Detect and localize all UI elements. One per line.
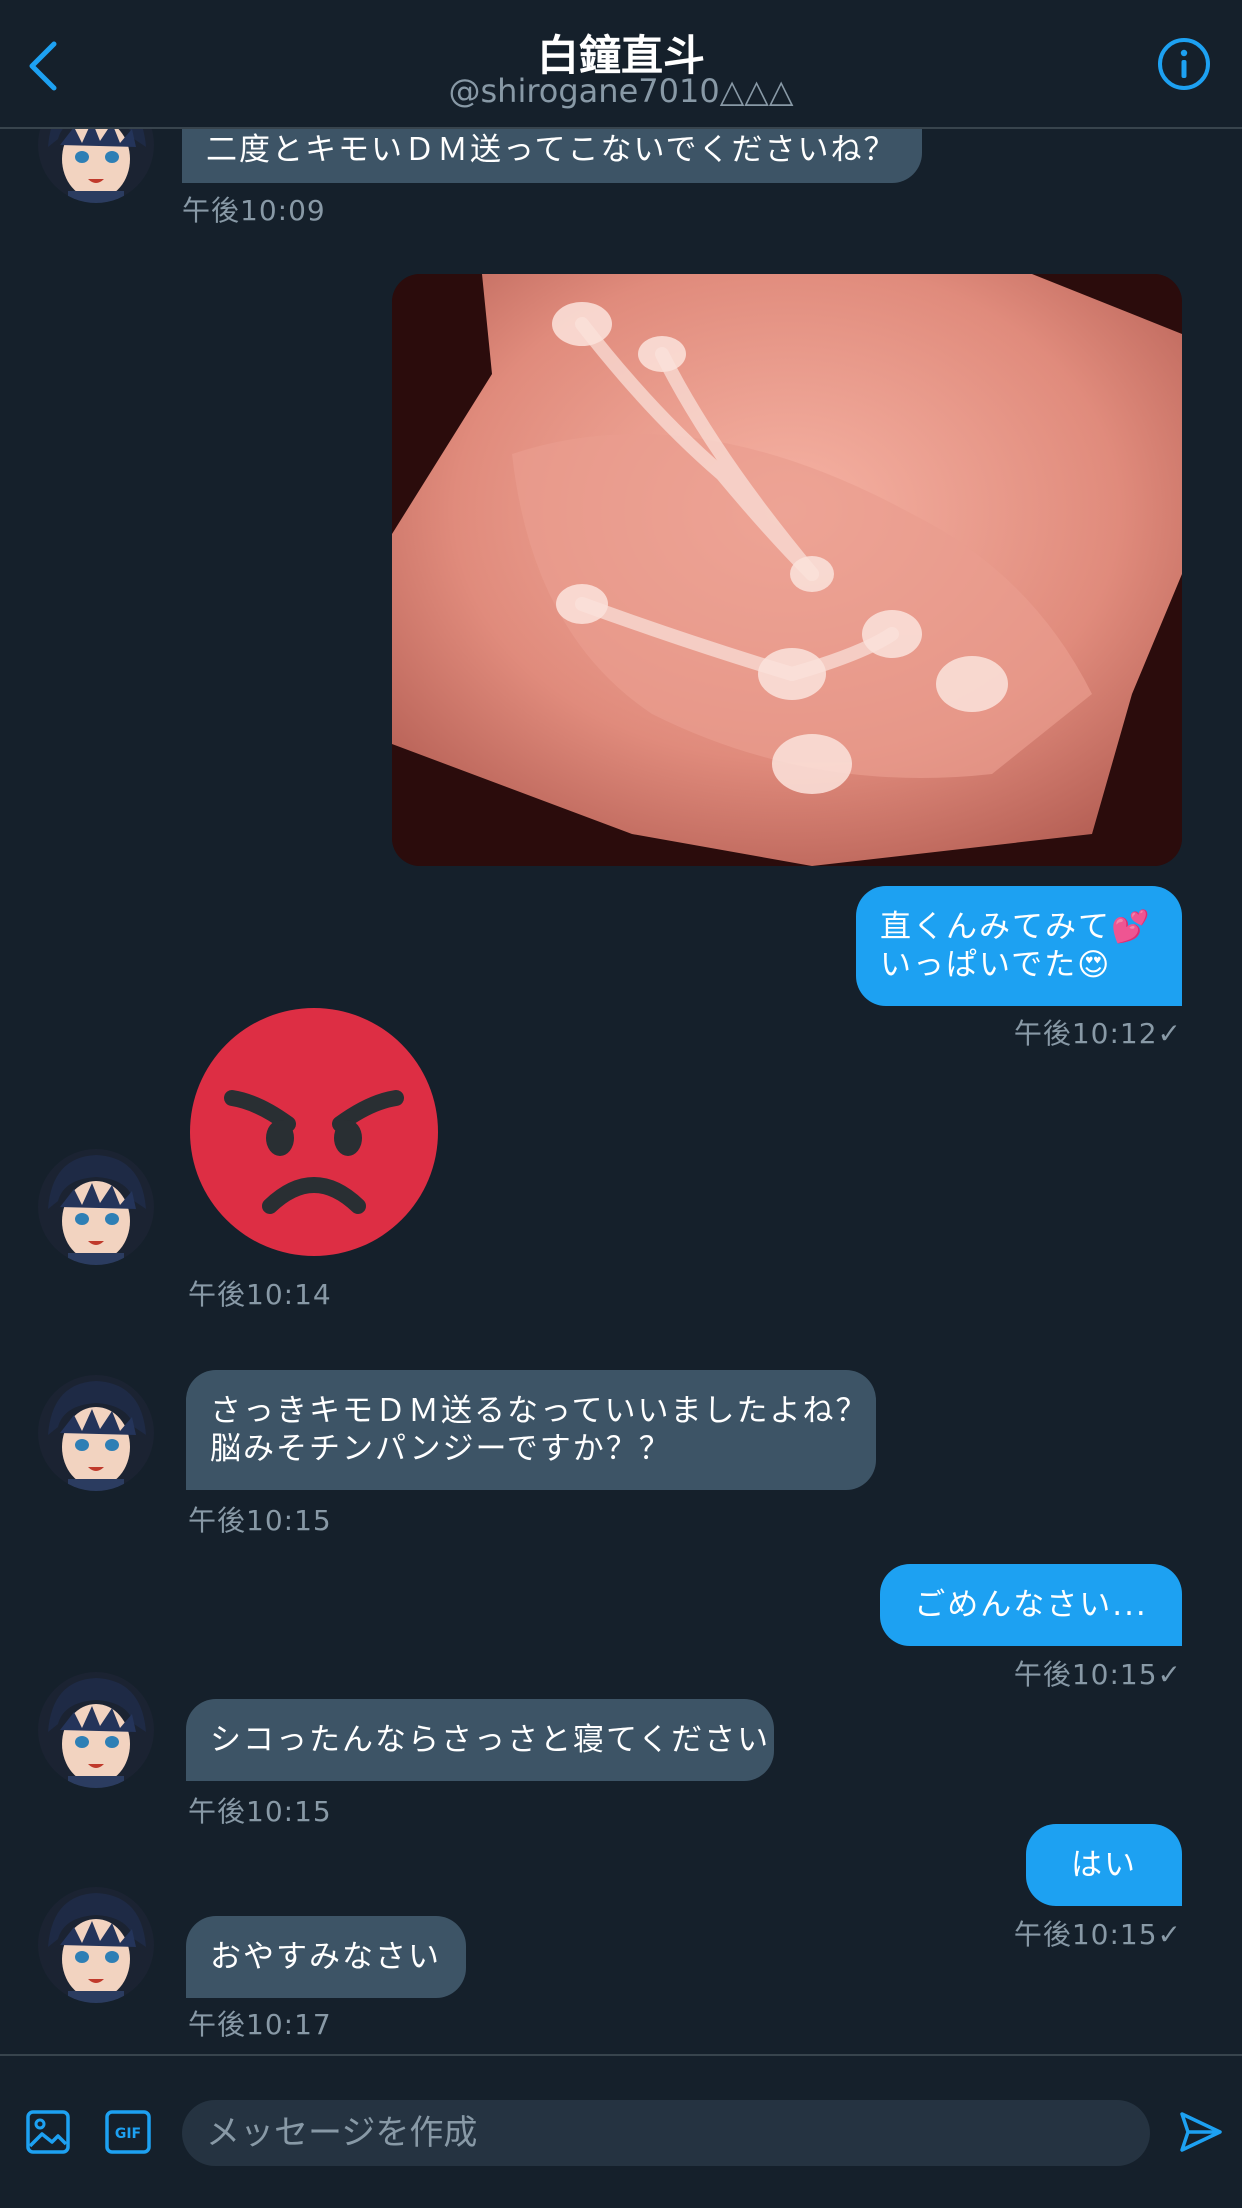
message-composer: GIF bbox=[0, 2054, 1242, 2208]
message-image[interactable] bbox=[392, 274, 1182, 866]
angry-face-emoji[interactable] bbox=[188, 1006, 440, 1258]
send-button[interactable] bbox=[1176, 2108, 1224, 2156]
message-bubble-incoming[interactable]: おやすみなさい bbox=[186, 1916, 466, 1998]
image-icon bbox=[26, 2110, 70, 2154]
message-bubble-outgoing[interactable]: ごめんなさい... bbox=[880, 1564, 1182, 1646]
message-text: 脳みそチンパンジーですか？？ bbox=[210, 1431, 672, 1467]
message-timestamp: 午後10:14 bbox=[188, 1278, 332, 1311]
gif-icon: GIF bbox=[105, 2110, 151, 2154]
message-text: ごめんなさい... bbox=[914, 1587, 1148, 1623]
message-input[interactable] bbox=[182, 2100, 1150, 2166]
message-bubble-outgoing[interactable]: はい bbox=[1026, 1824, 1182, 1906]
message-bubble-outgoing[interactable]: 直くんみてみて💕 いっぱいでた😍 bbox=[856, 886, 1182, 1006]
message-timestamp: 午後10:17 bbox=[188, 2008, 332, 2041]
message-bubble-incoming[interactable]: 二度とキモいＤＭ送ってこないでくださいね？ bbox=[182, 127, 922, 183]
add-image-button[interactable] bbox=[24, 2108, 72, 2156]
message-timestamp: 午後10:09 bbox=[182, 194, 326, 227]
message-bubble-incoming[interactable]: さっきキモＤＭ送るなっていいましたよね？ 脳みそチンパンジーですか？？ bbox=[186, 1370, 876, 1490]
avatar[interactable] bbox=[38, 1887, 154, 2003]
avatar[interactable] bbox=[38, 1375, 154, 1491]
avatar[interactable] bbox=[38, 1672, 154, 1788]
message-timestamp: 午後10:15✓ bbox=[1013, 1658, 1182, 1691]
conversation-header: 白鐘直斗 @shirogane7010△△△ bbox=[0, 0, 1242, 129]
message-list[interactable]: 二度とキモいＤＭ送ってこないでくださいね？ 午後10:09 直くんみてみて💕 い… bbox=[0, 127, 1242, 2054]
message-bubble-incoming[interactable]: シコったんならさっさと寝てください bbox=[186, 1699, 774, 1781]
info-button[interactable] bbox=[1156, 36, 1212, 92]
message-timestamp: 午後10:15 bbox=[188, 1504, 332, 1537]
message-text: 直くんみてみて💕 bbox=[880, 909, 1152, 945]
angry-face-icon bbox=[190, 1008, 438, 1256]
message-timestamp: 午後10:15 bbox=[188, 1795, 332, 1828]
message-text: はい bbox=[1071, 1847, 1137, 1883]
message-text: いっぱいでた😍 bbox=[880, 947, 1112, 983]
message-timestamp: 午後10:15✓ bbox=[1013, 1918, 1182, 1951]
gif-label: GIF bbox=[115, 2126, 141, 2142]
add-gif-button[interactable]: GIF bbox=[104, 2108, 152, 2156]
avatar[interactable] bbox=[38, 127, 154, 203]
dm-conversation-screen: 白鐘直斗 @shirogane7010△△△ 二度とキモいＤＭ送ってこないでくだ… bbox=[0, 0, 1242, 2208]
message-text: シコったんならさっさと寝てください bbox=[210, 1722, 771, 1758]
message-text: 二度とキモいＤＭ送ってこないでくださいね？ bbox=[206, 132, 897, 168]
conversation-handle: @shirogane7010△△△ bbox=[448, 72, 794, 110]
avatar[interactable] bbox=[38, 1149, 154, 1265]
send-icon bbox=[1180, 2112, 1222, 2152]
message-text: さっきキモＤＭ送るなっていいましたよね？ bbox=[210, 1393, 869, 1429]
message-text: おやすみなさい bbox=[210, 1939, 441, 1975]
info-icon bbox=[1158, 38, 1210, 90]
message-timestamp: 午後10:12✓ bbox=[1013, 1017, 1182, 1050]
